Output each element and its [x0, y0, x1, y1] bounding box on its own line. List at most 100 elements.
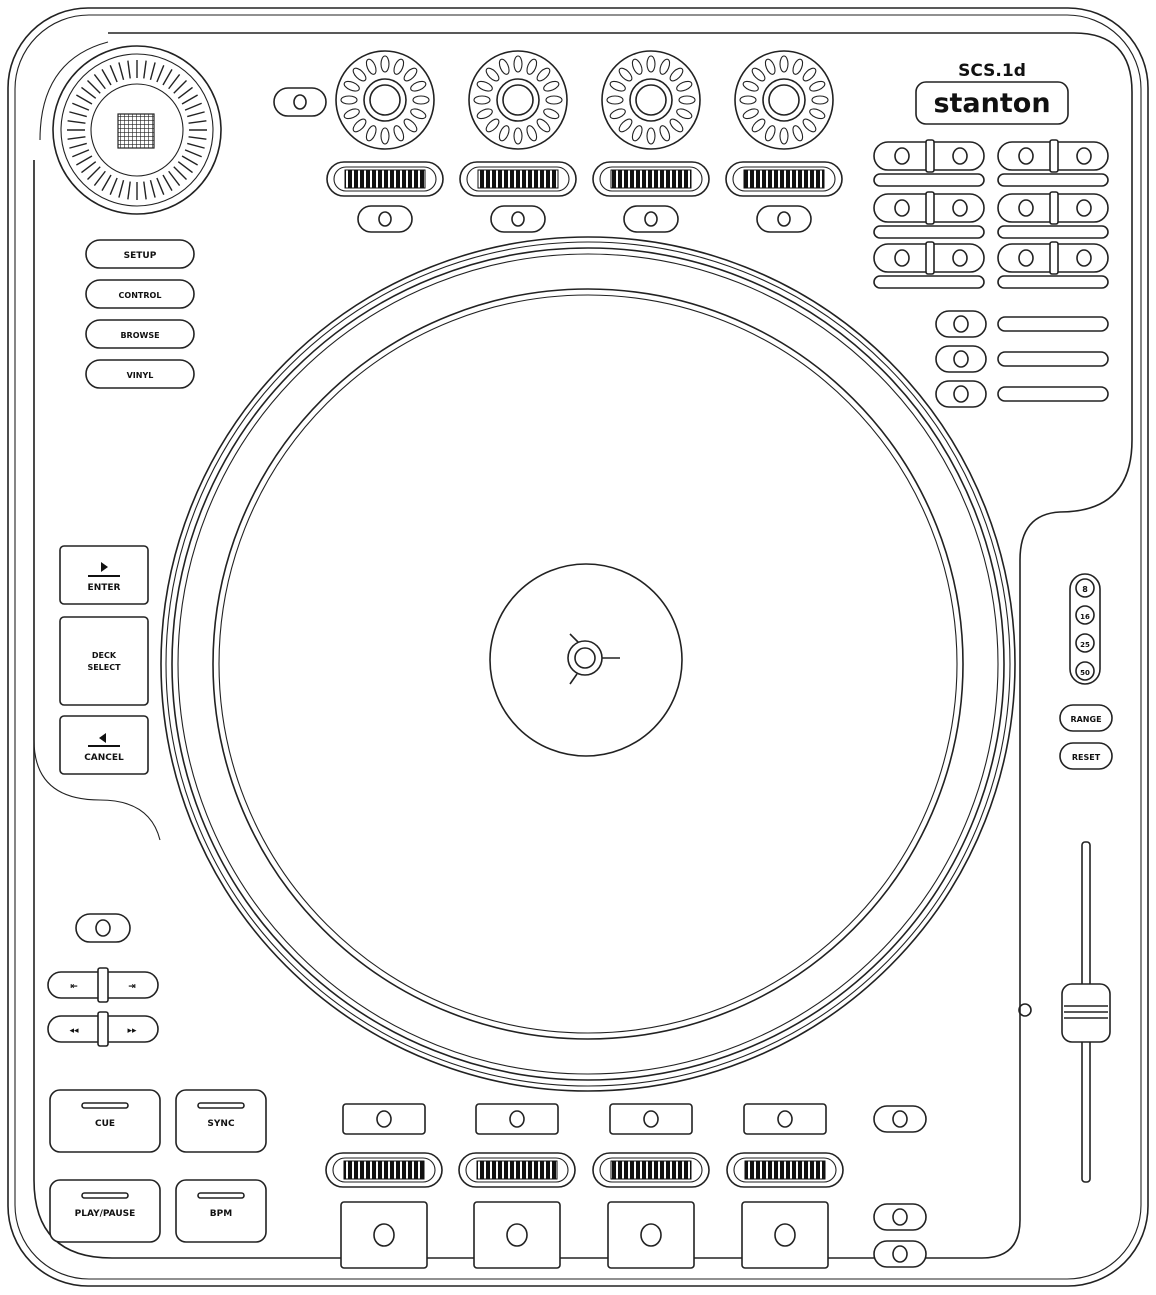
vinyl-button[interactable]: VINYL — [85, 359, 195, 389]
jog-tick — [162, 174, 173, 191]
jog-tick — [181, 94, 198, 105]
jog-tick — [109, 65, 118, 83]
setup-button[interactable]: SETUP — [85, 239, 195, 269]
grid-button-pair-4[interactable] — [997, 191, 1109, 239]
jog-tick — [67, 120, 86, 124]
jog-tick — [101, 69, 112, 86]
deck-select-label-line1: DECK — [92, 651, 117, 660]
control-button[interactable]: CONTROL — [85, 279, 195, 309]
bottom-button-4[interactable] — [743, 1103, 827, 1135]
bottom-right-button-2[interactable] — [873, 1203, 927, 1231]
sync-button[interactable]: SYNC — [175, 1089, 267, 1153]
pitch-range-50: 50 — [1080, 669, 1090, 677]
left-lower-small-button[interactable] — [75, 913, 131, 943]
grid-slot-6 — [997, 275, 1109, 289]
performance-pad-2[interactable] — [473, 1201, 561, 1269]
reset-button[interactable]: RESET — [1059, 742, 1113, 770]
jog-tick — [173, 80, 187, 94]
jog-tick — [87, 80, 101, 94]
jog-tick — [87, 166, 101, 180]
grid-button-pair-1[interactable] — [873, 139, 985, 187]
platter-center-label — [489, 563, 683, 757]
bottom-button-2[interactable] — [475, 1103, 559, 1135]
range-label: RANGE — [1070, 715, 1101, 724]
jog-tick — [177, 86, 193, 99]
cue-button[interactable]: CUE — [49, 1089, 161, 1153]
jog-tick — [81, 86, 97, 99]
jog-tick — [69, 142, 87, 149]
encoder-knob-3[interactable] — [601, 50, 701, 150]
pitch-range-25: 25 — [1080, 641, 1090, 649]
jog-tick — [168, 74, 181, 90]
grid-button-pair-5[interactable] — [873, 241, 985, 289]
grid-button-pair-3[interactable] — [873, 191, 985, 239]
grid-slot-5 — [873, 275, 985, 289]
jog-tick — [72, 149, 90, 158]
reset-label: RESET — [1072, 753, 1101, 762]
grid-slot-3 — [873, 225, 985, 239]
led-meter-bottom-3 — [592, 1152, 710, 1188]
jog-wheel-grid-display — [117, 113, 155, 149]
encoder-button-4[interactable] — [756, 205, 812, 233]
led-meter-bottom-2 — [458, 1152, 576, 1188]
side-button-row-2[interactable] — [935, 345, 1109, 373]
encoder-button-3[interactable] — [623, 205, 679, 233]
scs1d-controller-diagram: SETUP CONTROL BROWSE VINYL SCS.1d stanto… — [7, 7, 1149, 1287]
led-meter-top-2 — [459, 161, 577, 197]
encoder-knob-4[interactable] — [734, 50, 834, 150]
skip-buttons-row[interactable]: ⇤ ⇥ — [47, 967, 159, 1003]
bpm-button[interactable]: BPM — [175, 1179, 267, 1243]
pitch-range-16: 16 — [1080, 613, 1090, 621]
grid-button-pair-6[interactable] — [997, 241, 1109, 289]
performance-pad-1[interactable] — [340, 1201, 428, 1269]
encoder-button-2[interactable] — [490, 205, 546, 233]
jog-tick — [76, 94, 93, 105]
cue-label: CUE — [95, 1119, 115, 1129]
pitch-range-8: 8 — [1082, 585, 1088, 594]
jog-tick — [143, 60, 147, 79]
grid-button-pair-2[interactable] — [997, 139, 1109, 187]
bottom-right-button-1[interactable] — [873, 1105, 927, 1133]
encoder-knob-2[interactable] — [468, 50, 568, 150]
side-button-row-3[interactable] — [935, 380, 1109, 408]
search-buttons-row[interactable]: ◂◂ ▸▸ — [47, 1011, 159, 1047]
pitch-fader[interactable] — [1018, 841, 1111, 1183]
encoder-knob-1[interactable] — [335, 50, 435, 150]
range-button[interactable]: RANGE — [1059, 704, 1113, 732]
encoder-button-1[interactable] — [357, 205, 413, 233]
pitch-fader-knob[interactable] — [1061, 983, 1111, 1043]
cancel-button[interactable]: CANCEL — [59, 715, 149, 775]
deck-select-label-line2: SELECT — [87, 663, 121, 672]
bottom-right-button-3[interactable] — [873, 1240, 927, 1268]
browse-jog-wheel[interactable] — [52, 45, 222, 215]
performance-pad-4[interactable] — [741, 1201, 829, 1269]
bottom-button-1[interactable] — [342, 1103, 426, 1135]
performance-pad-3[interactable] — [607, 1201, 695, 1269]
jog-tick — [187, 142, 205, 149]
cancel-label: CANCEL — [84, 753, 124, 763]
skip-forward-icon: ⇥ — [128, 982, 136, 992]
jog-tick — [93, 170, 106, 186]
jog-tick — [67, 136, 86, 140]
browse-button[interactable]: BROWSE — [85, 319, 195, 349]
side-button-row-1[interactable] — [935, 310, 1109, 338]
jog-tick — [81, 161, 97, 174]
vinyl-label: VINYL — [127, 371, 154, 380]
platter[interactable] — [160, 236, 1016, 1092]
deck-select-button[interactable]: DECK SELECT — [59, 616, 149, 706]
bottom-button-3[interactable] — [609, 1103, 693, 1135]
rewind-icon: ◂◂ — [69, 1026, 79, 1036]
jog-tick — [188, 120, 207, 124]
jog-tick — [168, 170, 181, 186]
enter-button[interactable]: ENTER — [59, 545, 149, 605]
model-name: SCS.1d — [958, 61, 1026, 81]
jog-tick — [184, 102, 202, 111]
skip-back-icon: ⇤ — [70, 982, 78, 992]
brand-badge: stanton — [915, 81, 1069, 125]
top-left-small-button[interactable] — [273, 87, 327, 117]
play-pause-button[interactable]: PLAY/PAUSE — [49, 1179, 161, 1243]
led-meter-bottom-4 — [726, 1152, 844, 1188]
jog-tick — [156, 177, 165, 195]
jog-tick — [187, 111, 205, 118]
jog-tick — [72, 102, 90, 111]
